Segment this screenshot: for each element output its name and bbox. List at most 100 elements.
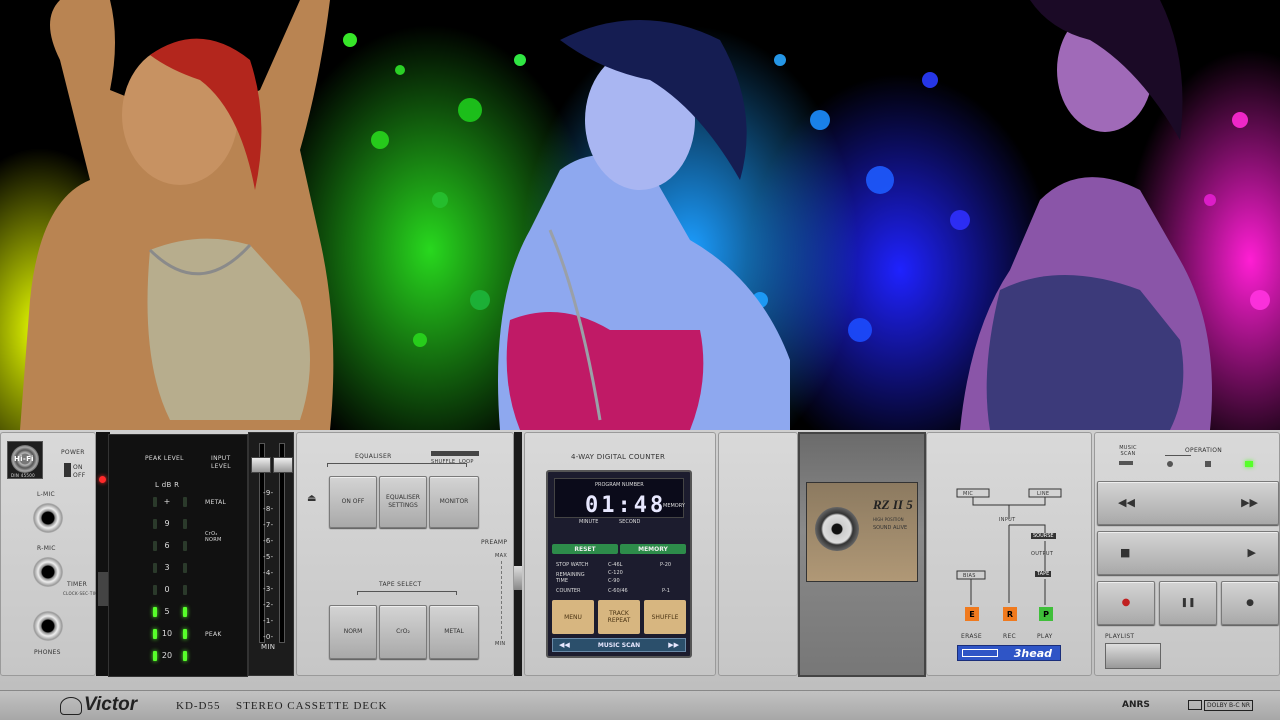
track-repeat-button[interactable]: TRACK REPEAT <box>598 600 640 634</box>
shuffle-label: SHUFFLE <box>431 459 456 465</box>
mic-node: MIC <box>963 491 974 497</box>
preamp-slider[interactable] <box>514 432 522 676</box>
preamp-max-label: MAX <box>495 553 508 559</box>
music-scan-switch[interactable] <box>1119 461 1133 465</box>
input-scale-label: -8- <box>263 505 274 513</box>
peak-level-meter: PEAK LEVEL INPUT LEVEL L dB R +9 6 3 0 5 10 20… <box>108 434 248 677</box>
line-node: LINE <box>1037 491 1050 497</box>
input-min-label: MIN <box>261 643 276 651</box>
equaliser-panel: EQUALISER SHUFFLE LOOP ⏏ ON OFF EQUALISE… <box>296 432 514 676</box>
deck-type: STEREO CASSETTE DECK <box>236 700 388 712</box>
phones-jack[interactable] <box>33 611 63 641</box>
meter-scale-label: 6 <box>164 541 170 550</box>
preamp-knob[interactable] <box>514 566 522 590</box>
meter-scale-label: 9 <box>164 519 170 528</box>
shuffle-button[interactable]: SHUFFLE <box>644 600 686 634</box>
input-scale-label: -1- <box>263 617 274 625</box>
model-name: KD-D55 <box>176 700 221 712</box>
power-label: POWER <box>61 449 85 456</box>
input-level-panel: -9- -8- -7- -6- -5- -4- -3- -2- -1- -0- MIN <box>248 432 294 676</box>
meter-segment-l <box>153 585 157 595</box>
tape-select-label: TAPE SELECT <box>379 581 422 588</box>
rec-button[interactable]: ● <box>1097 581 1155 625</box>
rec-head-badge: R <box>1003 607 1017 621</box>
scan-ff-icon[interactable]: ▶▶ <box>668 641 679 649</box>
peak-level-label: PEAK LEVEL <box>145 455 184 462</box>
eq-settings-button[interactable]: EQUALISER SETTINGS <box>379 476 427 528</box>
equaliser-label: EQUALISER <box>355 453 392 460</box>
play-indicator-led <box>1245 461 1253 467</box>
play-head-badge: P <box>1039 607 1053 621</box>
signal-path-panel: MIC LINE INPUT SOURSE OUTPUT TAPE BIAS E… <box>926 432 1092 676</box>
dancers-illustration <box>20 0 1270 430</box>
stop-watch-label: STOP WATCH <box>556 562 589 568</box>
operation-label: OPERATION <box>1185 447 1223 454</box>
brand-strip: Victor KD-D55 STEREO CASSETTE DECK ANRS … <box>0 690 1280 720</box>
timer-switch[interactable] <box>98 572 108 606</box>
reset-button[interactable]: RESET <box>552 544 618 554</box>
meter-segment-r <box>183 541 187 551</box>
input-level-label: INPUT LEVEL <box>211 455 231 470</box>
shuffle-loop-switch[interactable] <box>431 451 479 456</box>
stop-button[interactable]: ■ <box>1120 547 1130 558</box>
meter-scale-label: 5 <box>164 607 170 616</box>
playlist-label: PLAYLIST <box>1105 633 1135 640</box>
cassette-line1: HIGH POSITION <box>873 517 904 522</box>
brand-name: Victor <box>84 694 138 715</box>
menu-button[interactable]: MENU <box>552 600 594 634</box>
rmic-jack[interactable] <box>33 557 63 587</box>
input-slider-knob-r[interactable] <box>273 457 293 473</box>
playlist-button[interactable] <box>1105 643 1161 669</box>
lmic-jack[interactable] <box>33 503 63 533</box>
lmic-label: L-MIC <box>37 491 56 498</box>
eject-icon: ⏏ <box>307 493 317 504</box>
preamp-min-label: MIN <box>495 641 506 647</box>
ff-button[interactable]: ▶▶ <box>1241 497 1258 508</box>
play-label: PLAY <box>1037 633 1053 640</box>
meter-segment-r <box>183 607 187 617</box>
crnorm-label: CrO₂ NORM <box>205 531 222 543</box>
metal-label: METAL <box>205 499 227 506</box>
meter-segment-l <box>153 607 157 617</box>
counter-display: PROGRAM NUMBER 01:48 MINUTE SECOND MEMOR… <box>554 478 685 525</box>
tape-cro2-button[interactable]: CrO₂ <box>379 605 427 659</box>
memory-flag: MEMORY <box>663 503 685 509</box>
rew-button[interactable]: ◀◀ <box>1118 497 1135 508</box>
tape-select-bracket <box>357 591 457 595</box>
meter-segment-l <box>153 519 157 529</box>
hifi-badge: Hi-Fi DIN 45500 <box>7 441 43 479</box>
preamp-scale <box>501 561 505 639</box>
rmic-label: R-MIC <box>37 545 56 552</box>
scan-rew-icon[interactable]: ◀◀ <box>559 641 570 649</box>
counter-title: 4-WAY DIGITAL COUNTER <box>571 453 666 461</box>
c120-label: C-120 <box>608 570 623 576</box>
three-head-text: 3head <box>1013 646 1052 660</box>
second-label: SECOND <box>619 519 641 525</box>
stop-play-button-row: ■ ▶ <box>1097 531 1279 575</box>
c90-label: C-90 <box>608 578 620 584</box>
eq-on-off-button[interactable]: ON OFF <box>329 476 377 528</box>
power-off-label: OFF <box>73 472 86 479</box>
dolby-badge: DOLBY B-C NR <box>1204 700 1254 711</box>
input-slider-knob-l[interactable] <box>251 457 271 473</box>
meter-segment-r <box>183 497 187 507</box>
remaining-time-label: REMAINING TIME <box>556 572 585 584</box>
pause-button[interactable]: ❚❚ <box>1159 581 1217 625</box>
meter-segment-l <box>153 629 157 639</box>
tape-norm-button[interactable]: NORM <box>329 605 377 659</box>
play-button[interactable]: ▶ <box>1248 547 1256 558</box>
meter-scale-label: 0 <box>164 585 170 594</box>
memory-button[interactable]: MEMORY <box>620 544 686 554</box>
monitor-button[interactable]: MONITOR <box>429 476 479 528</box>
meter-scale-label: 10 <box>161 629 173 638</box>
c46l-label: C-46L <box>608 562 623 568</box>
source-node: SOURSE <box>1031 533 1056 539</box>
operation-bracket-l <box>1165 455 1191 459</box>
tape-node: TAPE <box>1035 571 1052 577</box>
tape-metal-button[interactable]: METAL <box>429 605 479 659</box>
cassette-window: RZ II 5 HIGH POSITION SOUND ALIVE <box>798 432 926 677</box>
other-button[interactable]: ● <box>1221 581 1279 625</box>
music-scan-bar[interactable]: ◀◀ MUSIC SCAN ▶▶ <box>552 638 686 652</box>
power-switch[interactable] <box>64 463 71 477</box>
counter-time: 01:48 <box>585 493 667 518</box>
